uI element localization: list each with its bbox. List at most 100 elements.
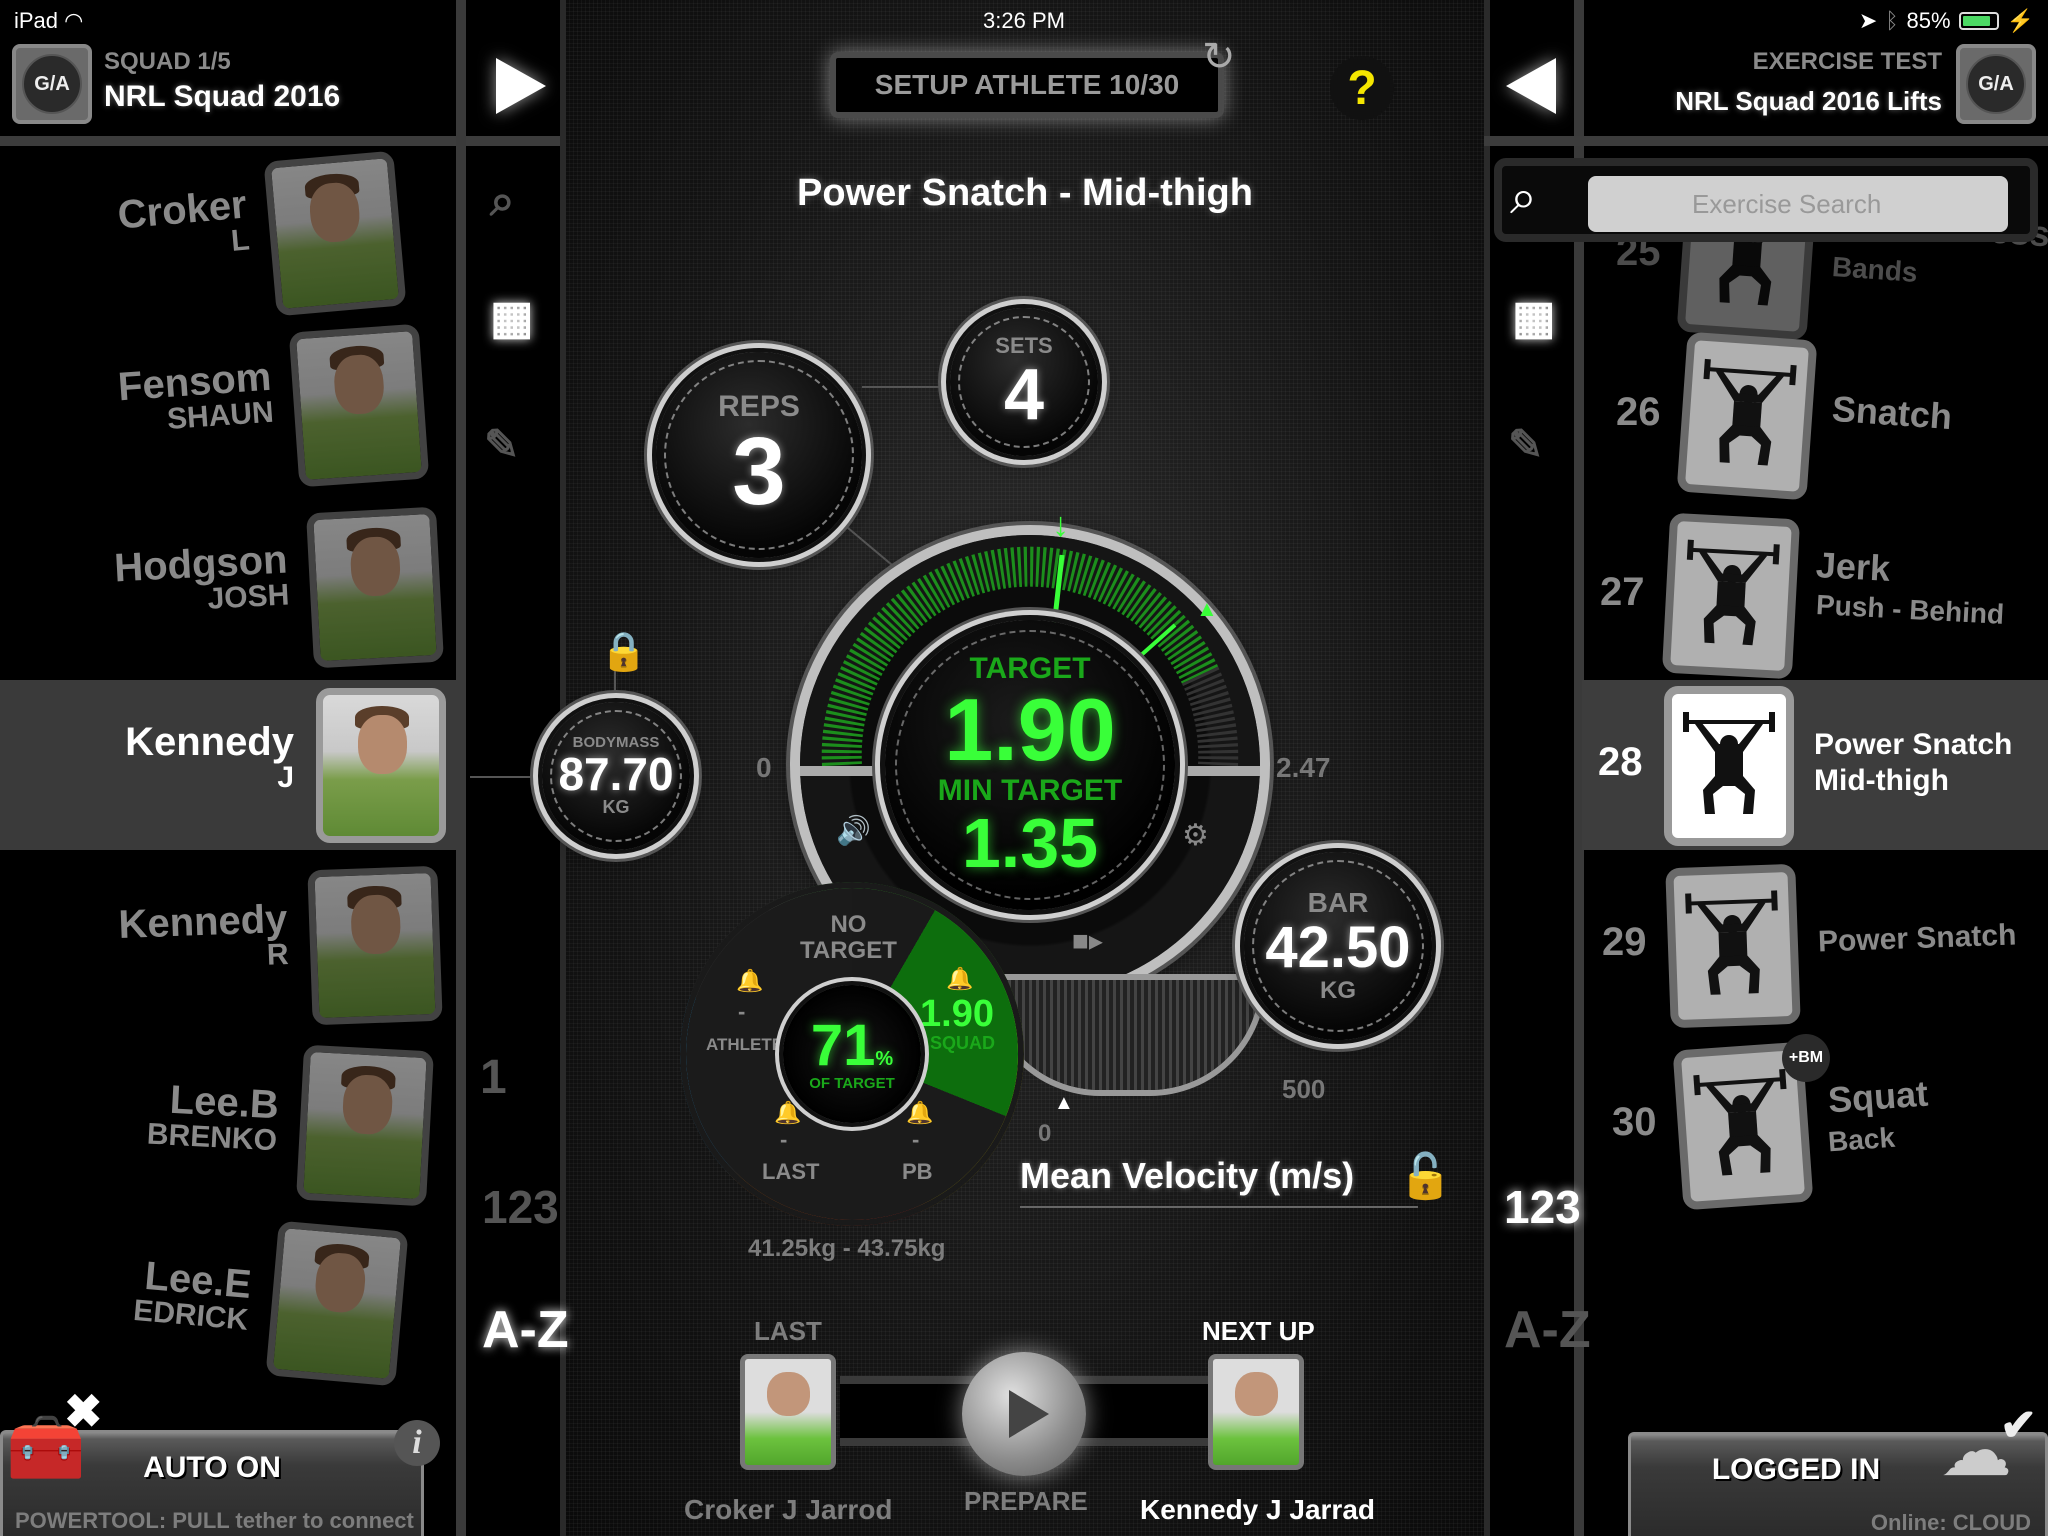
athlete-photo [306, 506, 444, 669]
exercise-variant: Push - Behind [1815, 589, 2005, 630]
video-camera-icon[interactable]: ■▸ [1072, 924, 1103, 957]
athlete-list-item[interactable]: Kennedy J [0, 680, 466, 850]
bar-value: 42.50 [1265, 915, 1411, 980]
athlete-list-item[interactable]: Croker L [0, 148, 466, 318]
login-title: LOGGED IN [1711, 1453, 1881, 1486]
gauge-divider [800, 766, 886, 776]
segment-no-target[interactable]: NO TARGET [800, 911, 897, 965]
prepare-label: PREPARE [964, 1486, 1088, 1516]
play-icon [1009, 1390, 1049, 1438]
athlete-search-icon[interactable]: ⌕ [490, 176, 515, 226]
speaker-icon[interactable]: 🔊 [836, 814, 871, 847]
segment-last-value: - [780, 1127, 788, 1152]
bar-dial[interactable]: BAR 42.50 KG [1244, 852, 1432, 1040]
exercise-list-item[interactable]: 26 Snatch [1582, 330, 2048, 501]
exercise-number: 28 [1598, 740, 1643, 784]
segment-squad[interactable]: SQUAD [930, 1033, 995, 1054]
ga-logo-button[interactable]: G/A [12, 44, 92, 124]
athlete-face [1234, 1371, 1278, 1417]
athlete-photo [288, 323, 430, 488]
next-athlete-photo[interactable] [1208, 1354, 1304, 1470]
ga-logo-button-right[interactable]: G/A [1956, 44, 2036, 124]
exercise-name: Squat [1826, 1072, 1930, 1121]
athlete-list-item[interactable]: Fensom SHAUN [0, 320, 466, 490]
info-button[interactable]: i [394, 1420, 440, 1466]
exercise-list-item[interactable]: 29 Power Snatch [1582, 860, 2048, 1030]
athlete-photo [265, 1220, 409, 1387]
athlete-face [349, 535, 401, 598]
unlock-icon[interactable]: 🔓 [1398, 1150, 1453, 1202]
bar-label: BAR [1307, 887, 1369, 918]
athlete-list-item[interactable]: Kennedy R [0, 860, 466, 1030]
charging-icon: ⚡ [2006, 8, 2034, 33]
bodymass-dial[interactable]: BODYMASS 87.70 KG [542, 702, 690, 850]
sort-alpha-button[interactable]: A-Z [482, 1300, 569, 1360]
athlete-list-item[interactable]: Lee.E EDRICK [0, 1218, 466, 1388]
search-icon[interactable]: ⌕ [1510, 170, 1537, 226]
edit-list-icon[interactable]: ✎ [484, 420, 519, 469]
disconnected-x-icon: ✖ [64, 1385, 103, 1437]
refresh-icon[interactable]: ↻ [1202, 34, 1236, 80]
percent-sign: % [875, 1047, 894, 1070]
exercise-edit-list-icon[interactable]: ✎ [1508, 420, 1543, 469]
segment-athlete[interactable]: ATHLETE [706, 1035, 783, 1055]
metric-selector[interactable]: Mean Velocity (m/s) [1020, 1155, 1354, 1197]
exercise-list-item[interactable]: 30 Squat Back +BM [1582, 1034, 2048, 1211]
weightlifter-icon [1676, 331, 1818, 501]
tools-header-divider [466, 136, 562, 146]
grid-view-icon[interactable]: ▦ [490, 290, 533, 344]
prev-exercise-arrow[interactable] [1506, 58, 1556, 114]
velocity-scale-max: 2.47 [1276, 752, 1331, 783]
exercise-name: Snatch [1830, 387, 1954, 438]
lifter-glyph [1683, 712, 1775, 814]
next-athlete-name: Kennedy J Jarrad [1140, 1494, 1375, 1525]
gear-icon[interactable]: ⚙ [1182, 818, 1209, 853]
exercise-sort-alpha-button[interactable]: A-Z [1504, 1300, 1591, 1360]
exercise-variant: Back [1826, 1121, 1896, 1158]
reps-dial[interactable]: REPS 3 [656, 352, 862, 558]
left-divider [456, 0, 466, 1536]
target-display[interactable]: TARGET 1.90 MIN TARGET 1.35 [885, 620, 1175, 910]
bodymass-unit: KG [602, 797, 630, 817]
location-icon: ➤ [1858, 8, 1878, 33]
min-target-arrow-icon: ▲ [1196, 596, 1218, 621]
athlete-list-item[interactable]: Hodgson JOSH [0, 502, 466, 672]
weightlifter-icon [1661, 512, 1801, 680]
weightlifter-icon [1664, 686, 1794, 846]
segment-last[interactable]: LAST [762, 1159, 819, 1184]
battery-percent: 85% [1906, 8, 1951, 33]
next-squad-arrow[interactable] [496, 58, 546, 114]
exercise-name: Power Snatch [1817, 918, 2017, 959]
squad-counter: SQUAD 1/5 [104, 48, 231, 75]
bodymass-value: 87.70 [558, 748, 674, 800]
exercise-list-item[interactable]: 27 Jerk Push - Behind [1582, 510, 2048, 680]
right-tools-divider [1484, 0, 1490, 1536]
bar-pointer-icon: ▲ [1054, 1092, 1074, 1114]
exercise-number: 30 [1612, 1100, 1657, 1144]
sets-dial[interactable]: SETS 4 [950, 308, 1098, 456]
velocity-empty-arc [1181, 666, 1239, 766]
athlete-surname: Kennedy [125, 720, 294, 764]
jersey-icon[interactable]: 1 [480, 1050, 507, 1105]
athlete-photo [307, 865, 443, 1026]
exercise-list-item[interactable]: 28 Power Snatch Mid-thigh [1582, 680, 2048, 850]
sort-numeric-button[interactable]: 123 [482, 1180, 559, 1234]
sets-value: 4 [1003, 355, 1045, 435]
exercise-sort-numeric-button[interactable]: 123 [1504, 1180, 1581, 1234]
reps-value: 3 [732, 418, 786, 525]
help-button[interactable]: ? [1330, 56, 1394, 120]
bodymass-lock-icon[interactable]: 🔒 [600, 630, 647, 674]
exercise-grid-view-icon[interactable]: ▦ [1512, 290, 1555, 344]
last-athlete-photo[interactable] [740, 1354, 836, 1470]
prepare-play-button[interactable] [962, 1352, 1086, 1476]
segment-pb[interactable]: PB [902, 1159, 933, 1184]
athlete-face [766, 1371, 810, 1417]
header-divider [0, 136, 466, 146]
athlete-name: Hodgson JOSH [113, 538, 290, 622]
athlete-name: Kennedy R [118, 897, 289, 978]
setup-athlete-button[interactable]: SETUP ATHLETE 10/30 [830, 52, 1224, 118]
metric-underline [1020, 1206, 1418, 1208]
exercise-search-input[interactable] [1588, 176, 2008, 232]
gauge-divider [1176, 766, 1260, 776]
athlete-list-item[interactable]: Lee.B BRENKO [0, 1040, 466, 1210]
